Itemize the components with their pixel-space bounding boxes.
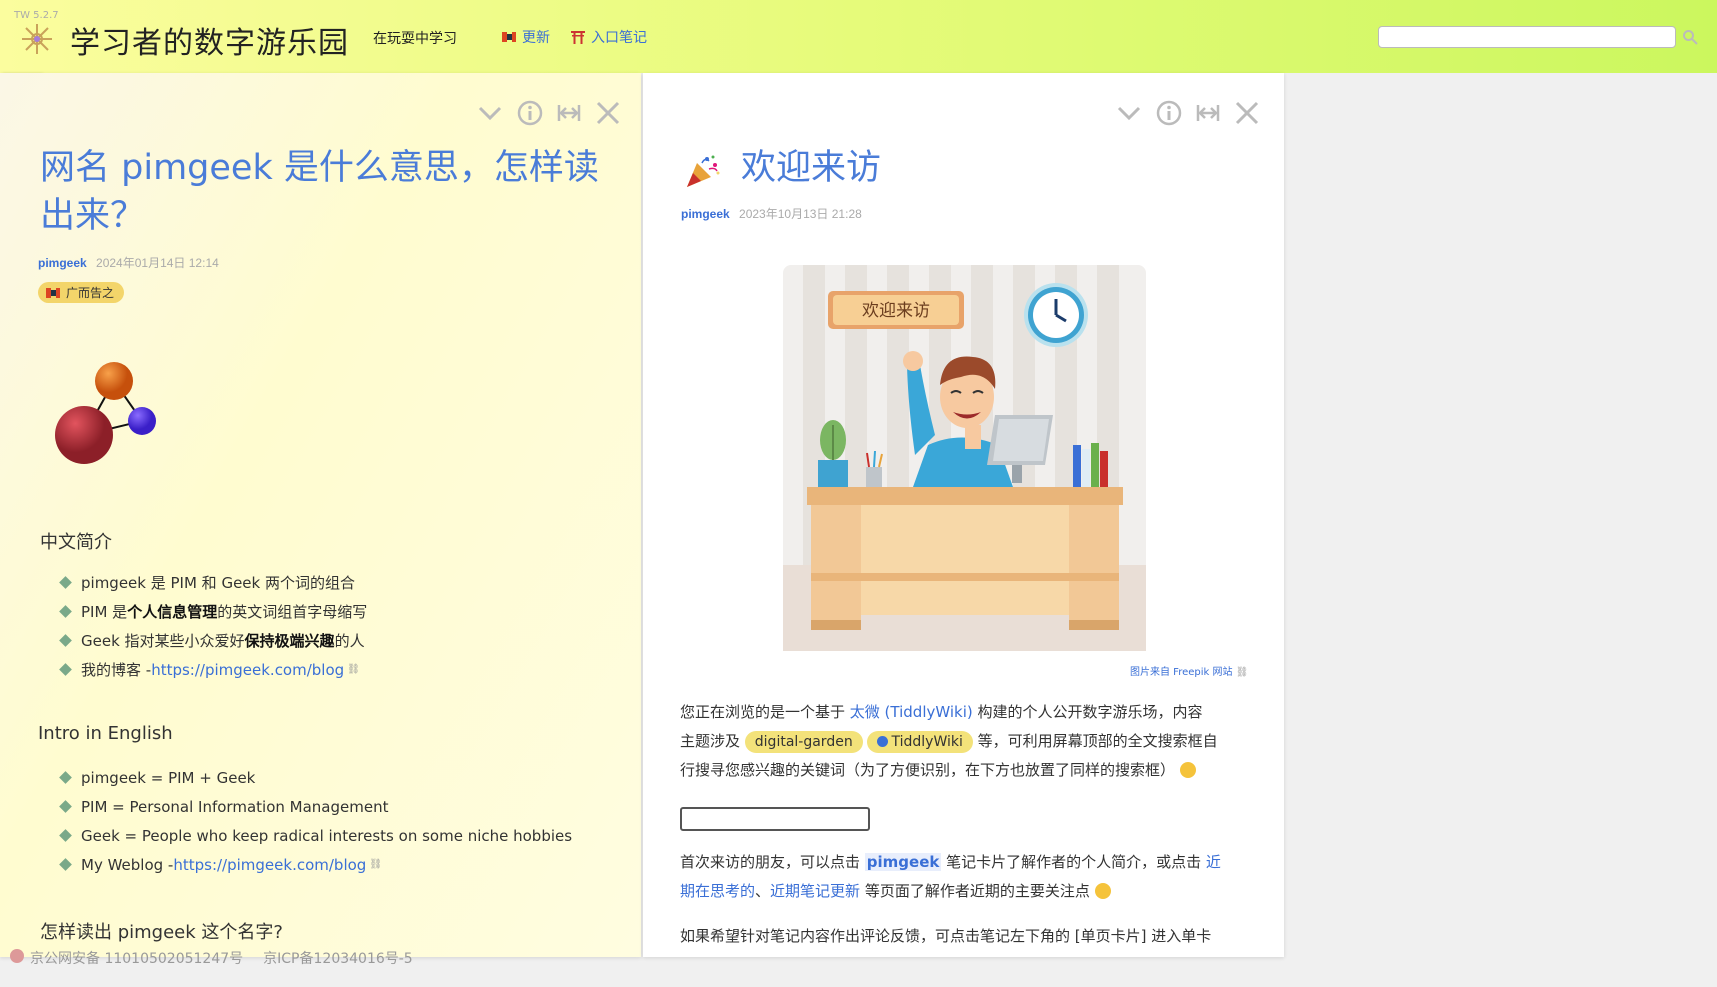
- recent-updates-link[interactable]: 近期笔记更新: [770, 882, 860, 900]
- close-icon[interactable]: [1234, 100, 1260, 126]
- updates-link[interactable]: 更新: [502, 27, 550, 47]
- tag-pill[interactable]: 广而告之: [38, 282, 125, 303]
- tiddlywiki-icon: [877, 736, 889, 747]
- tiddler-title-line-2: 出来？: [40, 196, 146, 236]
- site-title[interactable]: 学习者的数字游乐园: [70, 18, 349, 62]
- fold-width-icon[interactable]: [1196, 101, 1220, 125]
- torii-gate-icon: [571, 31, 585, 44]
- tiddler-meta: pimgeek 2024年01月14日 12:14: [38, 254, 219, 271]
- cn-intro-list: pimgeek 是 PIM 和 Geek 两个词的组合 PIM 是个人信息管理的…: [35, 568, 367, 684]
- party-popper-icon: [687, 155, 720, 187]
- welcome-paragraph-2: 首次来访的朋友，可以点击 pimgeek 笔记卡片了解作者的个人简介，或点击 近…: [680, 853, 1221, 900]
- section-heading-cn: 中文简介: [40, 532, 112, 553]
- welcome-paragraph-3: 如果希望针对笔记内容作出评论反馈，可点击笔记左下角的 [单页卡片] 进入单卡: [680, 927, 1212, 945]
- tiddlywiki-link[interactable]: 太微 (TiddlyWiki): [850, 703, 973, 721]
- entry-notes-link-label: 入口笔记: [591, 30, 647, 46]
- modified-date: 2024年01月14日 12:14: [96, 256, 219, 270]
- close-icon[interactable]: [595, 100, 621, 126]
- section-heading-read: 怎样读出 pimgeek 这个名字?: [40, 922, 283, 943]
- recent-thoughts-link-part2[interactable]: 期在思考的: [680, 882, 755, 900]
- tag-digital-garden[interactable]: digital-garden: [744, 731, 863, 753]
- info-icon[interactable]: [1156, 100, 1182, 126]
- author-link[interactable]: pimgeek: [681, 207, 730, 221]
- external-link-icon: ⛓: [347, 664, 360, 675]
- tiddler-title: 网名 pimgeek 是什么意思，怎样读 出来？: [40, 144, 599, 240]
- tag-label: 广而告之: [66, 286, 115, 300]
- pimgeek-link[interactable]: pimgeek: [864, 853, 942, 871]
- smile-emoji-icon: [1094, 883, 1111, 899]
- list-item: Geek 指对某些小众爱好 保持极端兴趣 的人: [35, 626, 367, 655]
- en-intro-list: pimgeek = PIM + Geek PIM = Personal Info…: [35, 763, 572, 879]
- site-logo-icon[interactable]: [20, 22, 54, 56]
- external-link-icon: ⛓: [369, 859, 383, 870]
- list-item: My Weblog - https://pimgeek.com/blog ⛓: [35, 850, 572, 879]
- tag-tiddlywiki[interactable]: TiddlyWiki: [867, 731, 973, 753]
- chevron-down-icon[interactable]: [477, 100, 503, 126]
- list-item: PIM 是个人信息管理 的英文词组首字母缩写: [35, 597, 367, 626]
- modified-date: 2023年10月13日 21:28: [739, 207, 862, 221]
- top-bar: TW 5.2.7 学习者的数字游乐园 在玩耍中学习 更新 入口笔记: [0, 0, 1717, 73]
- flag-icon: [46, 287, 60, 298]
- tiddler-title: 欢迎来访: [741, 148, 882, 188]
- tiddler-title-line-1: 网名 pimgeek 是什么意思，怎样读: [40, 148, 599, 188]
- police-badge-icon: [10, 949, 24, 963]
- updates-link-label: 更新: [522, 30, 550, 46]
- list-item: PIM = Personal Information Management: [35, 792, 572, 821]
- list-item: pimgeek = PIM + Geek: [35, 763, 572, 792]
- list-item: pimgeek 是 PIM 和 Geek 两个词的组合: [35, 568, 367, 597]
- search-icon[interactable]: [1682, 29, 1698, 45]
- image-credit-link[interactable]: 图片来自 Freepik 网站 ⛓: [1130, 663, 1248, 678]
- search-input[interactable]: [1378, 26, 1676, 48]
- blog-link[interactable]: https://pimgeek.com/blog: [151, 661, 344, 679]
- section-heading-en: Intro in English: [38, 723, 173, 744]
- author-link[interactable]: pimgeek: [38, 256, 87, 270]
- tiddler-controls: [477, 100, 621, 126]
- inline-search-input[interactable]: [680, 807, 870, 831]
- tiddler-meta: pimgeek 2023年10月13日 21:28: [681, 205, 862, 222]
- welcome-paragraph-1: 您正在浏览的是一个基于 太微 (TiddlyWiki) 构建的个人公开数字游乐场…: [680, 703, 1218, 779]
- molecule-logo-icon: [55, 362, 156, 464]
- tiddler-controls: [1116, 100, 1260, 126]
- icp-record-link[interactable]: 京ICP备12034016号-5: [263, 948, 413, 968]
- list-item: 我的博客 - https://pimgeek.com/blog ⛓: [35, 655, 367, 684]
- recent-thoughts-link-part1[interactable]: 近: [1206, 853, 1221, 871]
- version-label: TW 5.2.7: [14, 10, 59, 21]
- entry-notes-link[interactable]: 入口笔记: [571, 27, 647, 47]
- tiddler-pimgeek-name: 网名 pimgeek 是什么意思，怎样读 出来？ pimgeek 2024年01…: [0, 73, 641, 957]
- tiddler-welcome: 欢迎来访 pimgeek 2023年10月13日 21:28 欢迎来访 图片来自…: [643, 73, 1284, 957]
- police-record-link[interactable]: 京公网安备 11010502051247号: [10, 948, 243, 968]
- list-item: Geek = People who keep radical interests…: [35, 821, 572, 850]
- weblog-link[interactable]: https://pimgeek.com/blog: [173, 856, 366, 874]
- fold-width-icon[interactable]: [557, 101, 581, 125]
- flag-icon: [502, 32, 516, 42]
- external-link-icon: ⛓: [1235, 667, 1249, 678]
- illustration-sign-text: 欢迎来访: [862, 301, 930, 321]
- welcome-illustration: 欢迎来访: [783, 265, 1146, 651]
- emoji-face-icon: [1179, 762, 1196, 778]
- info-icon[interactable]: [517, 100, 543, 126]
- site-subtitle: 在玩耍中学习: [373, 31, 457, 47]
- footer: 京公网安备 11010502051247号 京ICP备12034016号-5: [10, 948, 413, 968]
- chevron-down-icon[interactable]: [1116, 100, 1142, 126]
